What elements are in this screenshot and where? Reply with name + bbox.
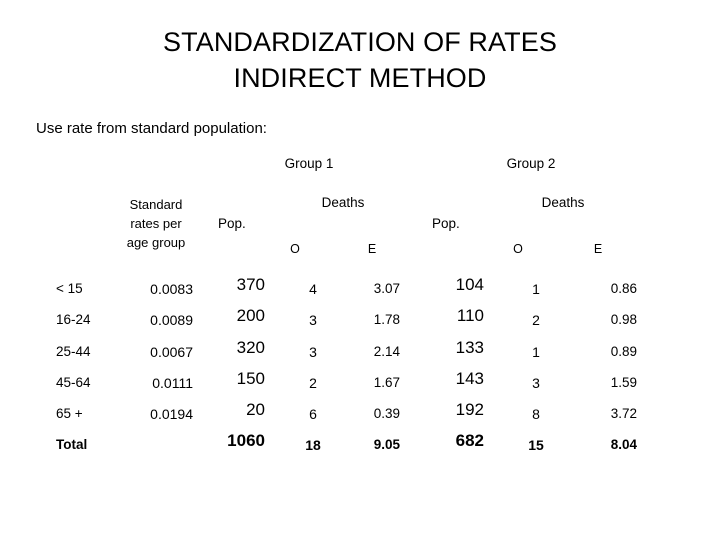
stub-header-line-1: Standard: [129, 197, 183, 212]
table-row: 0.89: [610, 344, 637, 359]
table-row: 3.72: [610, 406, 637, 421]
stub-header: Standard rates per age group: [106, 195, 206, 252]
observed-header-group-2: O: [513, 242, 523, 256]
group-header-1: Group 1: [284, 156, 334, 171]
table-row: 1.67: [373, 375, 400, 390]
table-row: 110: [456, 306, 484, 325]
table-row: 6: [309, 406, 317, 422]
table-row: 320: [236, 338, 265, 357]
stub-header-line-3: age group: [126, 235, 186, 250]
expected-header-group-1: E: [367, 242, 377, 256]
pop-header-group-1: Pop.: [218, 216, 246, 231]
table-row: 20: [246, 400, 265, 419]
total-row: 1060: [227, 431, 265, 450]
table-row: 0.0067: [150, 344, 193, 360]
total-row: 8.04: [610, 437, 637, 452]
table-row: 0.86: [610, 281, 637, 296]
table-row: 0.39: [373, 406, 400, 421]
group-header-2: Group 2: [506, 156, 556, 171]
table-row: 0.0089: [150, 312, 193, 328]
observed-header-group-1: O: [290, 242, 300, 256]
table-row: 0.0194: [150, 406, 193, 422]
deaths-header-group-1: Deaths: [321, 195, 365, 210]
total-row: 682: [455, 431, 484, 450]
table-row: 3.07: [373, 281, 400, 296]
table-row: 1: [532, 344, 540, 360]
total-row: 9.05: [373, 437, 400, 452]
table-row: 3: [309, 312, 317, 328]
table-row: 4: [309, 281, 317, 297]
total-row: 18: [305, 437, 321, 453]
expected-header-group-2: E: [593, 242, 603, 256]
rates-table: Group 1 Group 2 Standard rates per age g…: [0, 0, 720, 540]
table-row: 0.0083: [150, 281, 193, 297]
table-row: 143: [455, 369, 484, 388]
total-row: Total: [56, 437, 88, 452]
table-row: 192: [455, 400, 484, 419]
table-row: 8: [532, 406, 540, 422]
table-row: 104: [455, 275, 484, 294]
table-row: 200: [236, 306, 265, 325]
table-row: 133: [455, 338, 484, 357]
stub-header-line-2: rates per: [130, 216, 182, 231]
table-row: 370: [236, 275, 265, 294]
deaths-header-group-2: Deaths: [541, 195, 585, 210]
table-row: 0.0111: [152, 375, 193, 391]
total-row: 15: [528, 437, 544, 453]
table-row: 2: [309, 375, 317, 391]
table-row: 150: [236, 369, 265, 388]
pop-header-group-2: Pop.: [432, 216, 460, 231]
table-row: 0.98: [610, 312, 637, 327]
table-row: 1.78: [373, 312, 400, 327]
table-row: 1.59: [610, 375, 637, 390]
table-row: 2: [532, 312, 540, 328]
table-row: 1: [532, 281, 540, 297]
table-row: 2.14: [373, 344, 400, 359]
table-row: 3: [309, 344, 317, 360]
table-row: 3: [532, 375, 540, 391]
